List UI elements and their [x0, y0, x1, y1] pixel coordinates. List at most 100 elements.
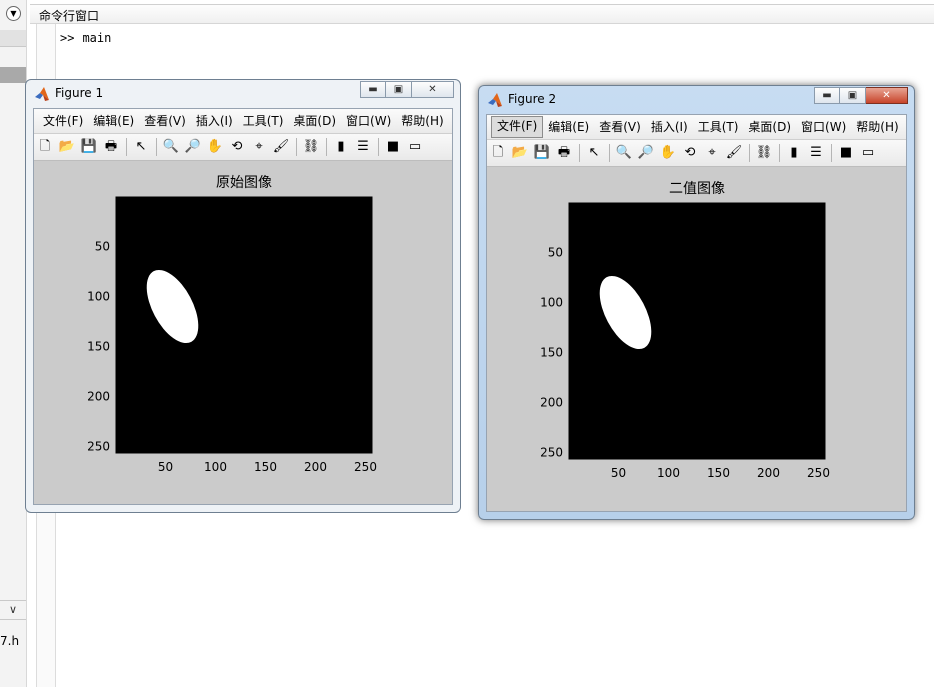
- figure-client-area: 文件(F) 编辑(E) 查看(V) 插入(I) 工具(T) 桌面(D) 窗口(W…: [33, 108, 453, 505]
- figure-title: Figure 2: [508, 92, 557, 106]
- toolbar-separator: [831, 144, 832, 162]
- save-icon[interactable]: 💾: [80, 138, 98, 156]
- menu-insert[interactable]: 插入(I): [191, 111, 238, 131]
- menu-edit[interactable]: 编辑(E): [543, 117, 594, 137]
- hide-plot-tools-icon[interactable]: ■: [837, 144, 855, 162]
- matlab-logo-icon: [35, 87, 49, 101]
- legend-icon[interactable]: ☰: [807, 144, 825, 162]
- figure-toolbar: 🗋 📂 💾 🖶 ↖ 🔍 🔎 ✋ ⟲ ⌖ 🖌 ⛓ ▮ ☰ ■ ▭: [34, 134, 452, 161]
- plot-area: 二值图像 50 100 150 200 250 50 100 150 200 250: [487, 167, 906, 511]
- new-figure-icon[interactable]: 🗋: [489, 144, 507, 162]
- menu-window[interactable]: 窗口(W): [341, 111, 396, 131]
- window-controls: ▬ ▣ ✕: [814, 87, 908, 104]
- open-file-icon[interactable]: 📂: [58, 138, 76, 156]
- open-file-icon[interactable]: 📂: [511, 144, 529, 162]
- x-tick-label: 250: [354, 460, 377, 474]
- rotate-3d-icon[interactable]: ⟲: [681, 144, 699, 162]
- menu-view[interactable]: 查看(V): [594, 117, 646, 137]
- y-tick-label: 200: [540, 396, 563, 410]
- save-icon[interactable]: 💾: [533, 144, 551, 162]
- close-button[interactable]: ✕: [866, 87, 908, 104]
- data-cursor-icon[interactable]: ⌖: [250, 138, 268, 156]
- y-tick-label: 50: [548, 246, 563, 260]
- figure-menubar: 文件(F) 编辑(E) 查看(V) 插入(I) 工具(T) 桌面(D) 窗口(W…: [34, 109, 452, 134]
- data-cursor-icon[interactable]: ⌖: [703, 144, 721, 162]
- image-axes[interactable]: 原始图像 50 100 150 200 250 50 100 150 200 250: [34, 161, 454, 501]
- pan-icon[interactable]: ✋: [659, 144, 677, 162]
- panel-collapse-icon[interactable]: ▼: [6, 6, 21, 21]
- command-window-titlebar: 命令行窗口: [30, 4, 934, 24]
- y-tick-label: 100: [87, 290, 110, 304]
- toolbar-separator: [779, 144, 780, 162]
- zoom-out-icon[interactable]: 🔎: [184, 138, 202, 156]
- menu-desktop[interactable]: 桌面(D): [288, 111, 341, 131]
- matlab-logo-icon: [488, 93, 502, 107]
- panel-selected-row[interactable]: [0, 67, 26, 83]
- image-axes[interactable]: 二值图像 50 100 150 200 250 50 100 150 200 250: [487, 167, 907, 507]
- toolbar-separator: [296, 138, 297, 156]
- minimize-button[interactable]: ▬: [814, 87, 840, 104]
- toolbar-separator: [126, 138, 127, 156]
- menu-file[interactable]: 文件(F): [491, 116, 544, 138]
- x-tick-label: 100: [657, 466, 680, 480]
- toolbar-separator: [609, 144, 610, 162]
- menu-help[interactable]: 帮助(H): [851, 117, 903, 137]
- zoom-in-icon[interactable]: 🔍: [615, 144, 633, 162]
- hide-plot-tools-icon[interactable]: ■: [384, 138, 402, 156]
- y-tick-label: 250: [540, 446, 563, 460]
- chevron-down-icon[interactable]: ∨: [0, 600, 26, 620]
- link-icon[interactable]: ⛓: [302, 138, 320, 156]
- maximize-button[interactable]: ▣: [840, 87, 866, 104]
- y-tick-label: 250: [87, 440, 110, 454]
- maximize-button[interactable]: ▣: [386, 81, 412, 98]
- plot-title: 原始图像: [216, 175, 272, 191]
- zoom-out-icon[interactable]: 🔎: [637, 144, 655, 162]
- figure-window-2[interactable]: Figure 2 ▬ ▣ ✕ 文件(F) 编辑(E) 查看(V) 插入(I) 工…: [478, 85, 915, 520]
- panel-header-band: [0, 30, 26, 47]
- window-controls: ▬ ▣ ✕: [360, 81, 454, 98]
- y-tick-label: 50: [95, 240, 110, 254]
- y-tick-label: 100: [540, 296, 563, 310]
- toolbar-separator: [156, 138, 157, 156]
- figure-title: Figure 1: [55, 86, 104, 100]
- legend-icon[interactable]: ☰: [354, 138, 372, 156]
- minimize-button[interactable]: ▬: [360, 81, 386, 98]
- menu-desktop[interactable]: 桌面(D): [743, 117, 796, 137]
- menu-edit[interactable]: 编辑(E): [88, 111, 139, 131]
- close-button[interactable]: ✕: [412, 81, 454, 98]
- brush-icon[interactable]: 🖌: [725, 144, 743, 162]
- menu-file[interactable]: 文件(F): [38, 111, 88, 131]
- print-icon[interactable]: 🖶: [102, 138, 120, 156]
- zoom-in-icon[interactable]: 🔍: [162, 138, 180, 156]
- command-line[interactable]: >> main: [60, 31, 111, 45]
- colorbar-icon[interactable]: ▮: [332, 138, 350, 156]
- command-text[interactable]: main: [82, 31, 111, 45]
- new-figure-icon[interactable]: 🗋: [36, 138, 54, 156]
- show-plot-tools-icon[interactable]: ▭: [859, 144, 877, 162]
- rotate-3d-icon[interactable]: ⟲: [228, 138, 246, 156]
- menu-window[interactable]: 窗口(W): [796, 117, 851, 137]
- image-background: [116, 197, 372, 453]
- menu-view[interactable]: 查看(V): [139, 111, 191, 131]
- command-window-title: 命令行窗口: [39, 9, 100, 23]
- link-icon[interactable]: ⛓: [755, 144, 773, 162]
- x-tick-label: 150: [254, 460, 277, 474]
- show-plot-tools-icon[interactable]: ▭: [406, 138, 424, 156]
- colorbar-icon[interactable]: ▮: [785, 144, 803, 162]
- print-icon[interactable]: 🖶: [555, 144, 573, 162]
- menu-tools[interactable]: 工具(T): [238, 111, 289, 131]
- brush-icon[interactable]: 🖌: [272, 138, 290, 156]
- edit-plot-icon[interactable]: ↖: [132, 138, 150, 156]
- file-name-fragment[interactable]: 7.h: [0, 634, 19, 648]
- pan-icon[interactable]: ✋: [206, 138, 224, 156]
- menu-tools[interactable]: 工具(T): [693, 117, 744, 137]
- menu-overflow-icon[interactable]: ↘: [451, 115, 452, 128]
- figure-titlebar[interactable]: Figure 1 ▬ ▣ ✕: [26, 80, 460, 108]
- x-tick-label: 250: [807, 466, 830, 480]
- figure-titlebar[interactable]: Figure 2 ▬ ▣ ✕: [479, 86, 914, 114]
- menu-help[interactable]: 帮助(H): [396, 111, 448, 131]
- figure-window-1[interactable]: Figure 1 ▬ ▣ ✕ 文件(F) 编辑(E) 查看(V) 插入(I) 工…: [25, 79, 461, 513]
- edit-plot-icon[interactable]: ↖: [585, 144, 603, 162]
- x-tick-label: 50: [611, 466, 626, 480]
- menu-insert[interactable]: 插入(I): [646, 117, 693, 137]
